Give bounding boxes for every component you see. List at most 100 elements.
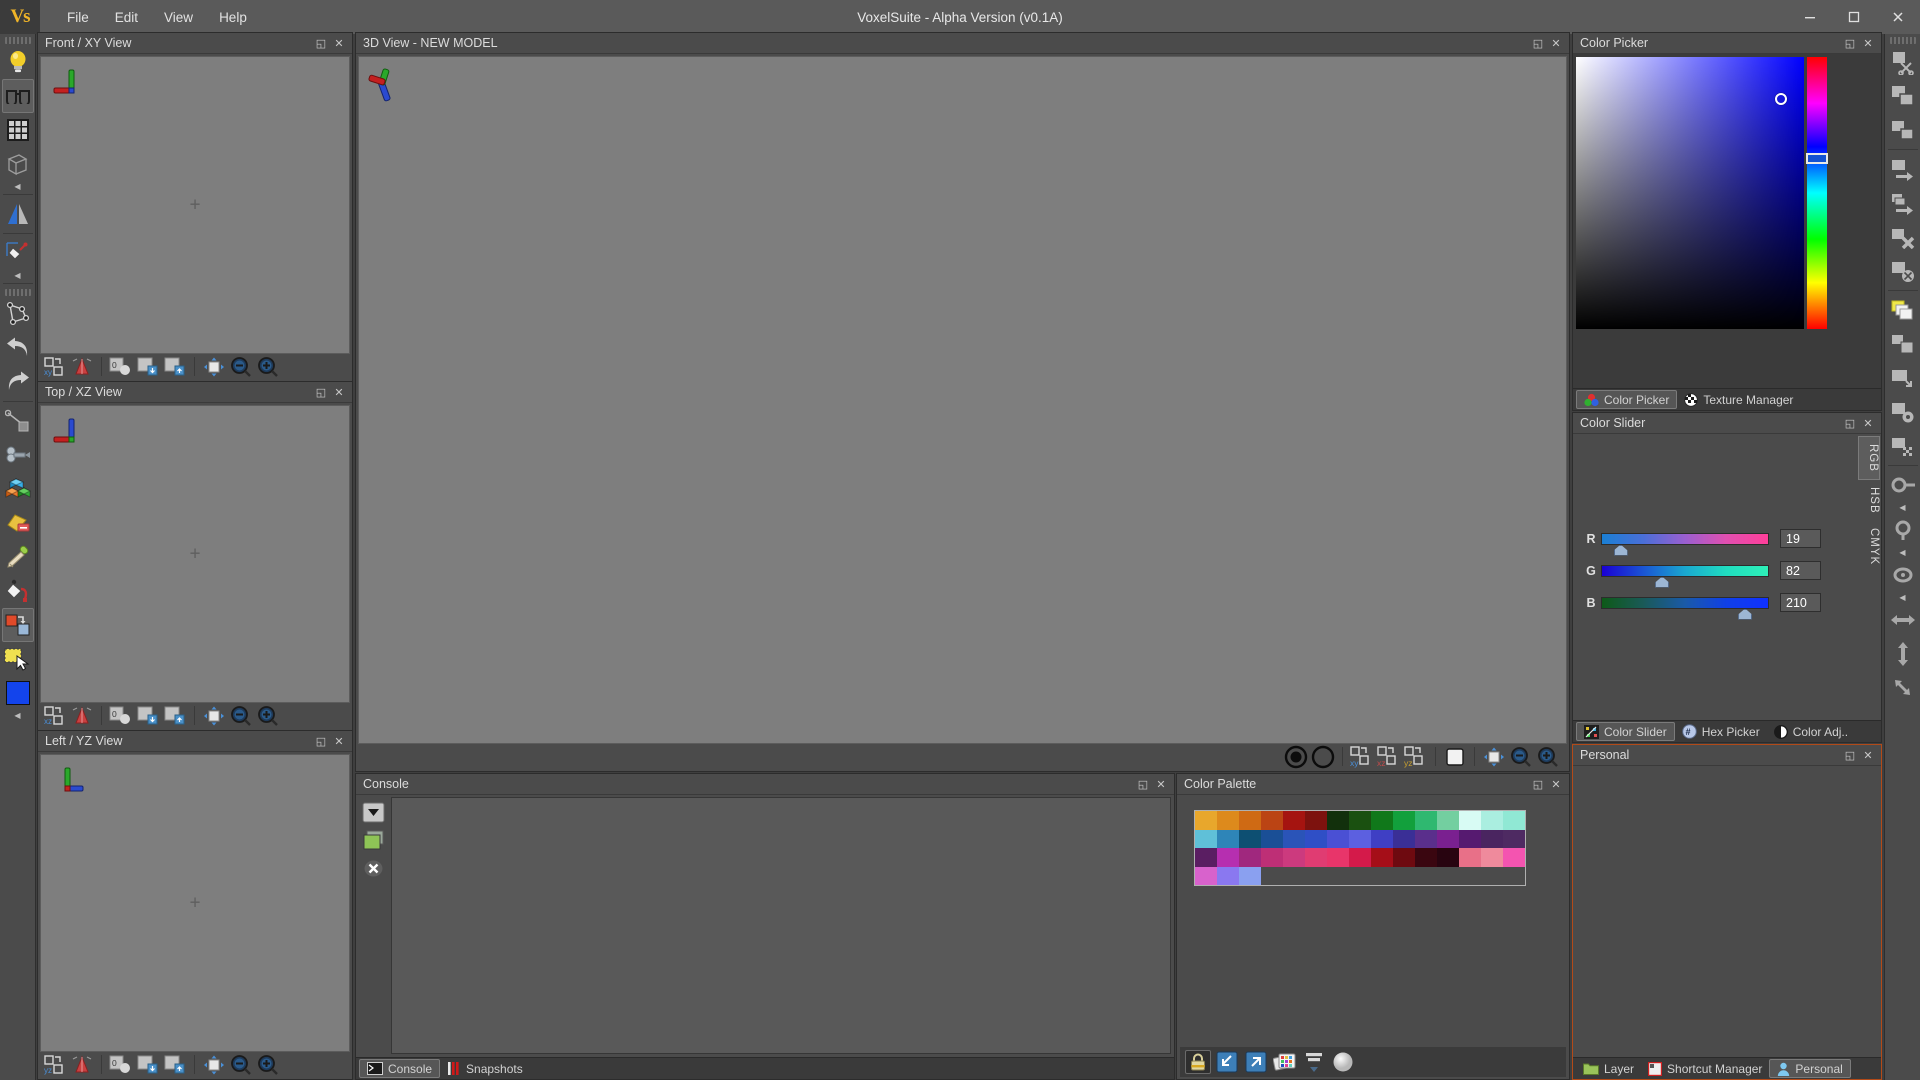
palette-swatch[interactable] <box>1217 830 1239 849</box>
close-icon[interactable]: ✕ <box>1547 34 1565 52</box>
mode-hsb[interactable]: HSB <box>1858 480 1880 521</box>
menu-item-view[interactable]: View <box>151 6 206 29</box>
toolbar-grip[interactable] <box>5 289 31 296</box>
tab-color-picker[interactable]: Color Picker <box>1576 390 1677 409</box>
palette-swatch[interactable] <box>1481 811 1503 830</box>
export-slice[interactable] <box>162 356 188 378</box>
delete-object[interactable] <box>1887 220 1919 254</box>
lock-palette-button[interactable] <box>1185 1050 1211 1074</box>
channel-slider-r[interactable] <box>1601 533 1769 545</box>
channel-slider-g[interactable] <box>1601 565 1769 577</box>
palette-swatch[interactable] <box>1371 848 1393 867</box>
select-tool[interactable] <box>2 642 34 676</box>
path-tool[interactable] <box>2 297 34 331</box>
palette-swatch[interactable] <box>1481 848 1503 867</box>
minimize-button[interactable] <box>1788 0 1832 34</box>
sort-palette-button[interactable] <box>1301 1050 1327 1074</box>
close-icon[interactable]: ✕ <box>1859 414 1877 432</box>
flip-diagonal[interactable] <box>1887 671 1919 705</box>
palette-swatch[interactable] <box>1195 830 1217 849</box>
channel-value-g[interactable]: 82 <box>1780 561 1821 580</box>
view3d-canvas[interactable] <box>358 56 1567 744</box>
gray-sphere-button[interactable] <box>1330 1050 1356 1074</box>
copy-object[interactable] <box>1887 79 1919 113</box>
channel-slider-b[interactable] <box>1601 597 1769 609</box>
grid-tool[interactable] <box>2 113 34 147</box>
palette-swatch[interactable] <box>1305 811 1327 830</box>
color-marker[interactable] <box>1775 93 1787 105</box>
layer-opacity[interactable]: 0 <box>108 705 134 727</box>
spin-expand-arrow[interactable]: ◀ <box>1887 592 1919 603</box>
palette-swatch[interactable] <box>1239 848 1261 867</box>
close-icon[interactable]: ✕ <box>1547 775 1565 793</box>
palette-swatch[interactable] <box>1283 811 1305 830</box>
palette-swatch[interactable] <box>1371 811 1393 830</box>
zoom-out[interactable] <box>228 1054 254 1076</box>
redo-tool[interactable] <box>2 365 34 399</box>
personal-content-area[interactable] <box>1573 766 1881 1057</box>
export-slice[interactable] <box>162 1054 188 1076</box>
tab-console[interactable]: Console <box>359 1059 440 1078</box>
fill-tool-expand-arrow[interactable]: ◀ <box>2 270 34 281</box>
palette-swatches-button[interactable] <box>1272 1050 1298 1074</box>
toggle-axis-orientation[interactable]: xz <box>42 705 68 727</box>
zoom-in[interactable] <box>255 705 281 727</box>
palette-swatch[interactable] <box>1371 830 1393 849</box>
palette-swatch[interactable] <box>1393 830 1415 849</box>
left-viewport-canvas[interactable]: + <box>40 754 350 1052</box>
float-icon[interactable]: ◱ <box>312 383 330 401</box>
tab-layer[interactable]: Layer <box>1576 1059 1641 1078</box>
tab-texture-manager[interactable]: Texture Manager <box>1677 390 1800 409</box>
zoom-in[interactable] <box>255 1054 281 1076</box>
rotate-expand-arrow[interactable]: ◀ <box>1887 502 1919 513</box>
close-icon[interactable]: ✕ <box>330 383 348 401</box>
top-viewport-canvas[interactable]: + <box>40 405 350 703</box>
float-icon[interactable]: ◱ <box>312 732 330 750</box>
palette-swatch[interactable] <box>1437 848 1459 867</box>
view-yz[interactable]: yz <box>1403 746 1429 768</box>
duplicate-object[interactable] <box>1887 186 1919 220</box>
palette-swatch[interactable] <box>1437 830 1459 849</box>
palette-swatch[interactable] <box>1503 811 1525 830</box>
palette-swatch[interactable] <box>1327 811 1349 830</box>
palette-swatch[interactable] <box>1503 848 1525 867</box>
palette-swatch[interactable] <box>1393 848 1415 867</box>
tab-personal[interactable]: Personal <box>1769 1059 1850 1078</box>
float-icon[interactable]: ◱ <box>1841 746 1859 764</box>
palette-swatch[interactable] <box>1283 830 1305 849</box>
close-icon[interactable]: ✕ <box>1859 34 1877 52</box>
render-solid[interactable] <box>1283 746 1309 768</box>
line-tool[interactable] <box>2 404 34 438</box>
close-icon[interactable]: ✕ <box>1859 746 1877 764</box>
palette-swatch[interactable] <box>1261 811 1283 830</box>
palette-swatch[interactable] <box>1349 848 1371 867</box>
float-icon[interactable]: ◱ <box>312 34 330 52</box>
layer-opacity[interactable]: 0 <box>108 356 134 378</box>
palette-swatch[interactable] <box>1305 848 1327 867</box>
palette-swatch[interactable] <box>1349 830 1371 849</box>
tab-hex-picker[interactable]: # Hex Picker <box>1675 722 1767 741</box>
pivot-expand-arrow[interactable]: ◀ <box>1887 547 1919 558</box>
toggle-perspective-cone[interactable] <box>69 705 95 727</box>
fit-to-view[interactable] <box>201 705 227 727</box>
close-icon[interactable]: ✕ <box>330 732 348 750</box>
palette-swatch[interactable] <box>1437 811 1459 830</box>
toolbar-grip[interactable] <box>1890 37 1916 44</box>
menu-item-help[interactable]: Help <box>206 6 260 29</box>
toggle-perspective-cone[interactable] <box>69 356 95 378</box>
export-palette-button[interactable] <box>1243 1050 1269 1074</box>
channel-knob[interactable] <box>1614 545 1628 556</box>
bounding-box-expand-arrow[interactable]: ◀ <box>2 181 34 192</box>
toggle-axis-orientation[interactable]: yz <box>42 1054 68 1076</box>
lock-layer[interactable] <box>1887 395 1919 429</box>
view-xy[interactable]: xy <box>1349 746 1375 768</box>
palette-swatch[interactable] <box>1459 830 1481 849</box>
palette-swatch[interactable] <box>1327 830 1349 849</box>
active-color[interactable] <box>2 676 34 710</box>
toggle-perspective-cone[interactable] <box>69 1054 95 1076</box>
console-output[interactable] <box>391 797 1171 1054</box>
float-icon[interactable]: ◱ <box>1529 34 1547 52</box>
brush-tool[interactable] <box>2 438 34 472</box>
maximize-button[interactable] <box>1832 0 1876 34</box>
tab-snapshots[interactable]: Snapshots <box>440 1059 530 1078</box>
